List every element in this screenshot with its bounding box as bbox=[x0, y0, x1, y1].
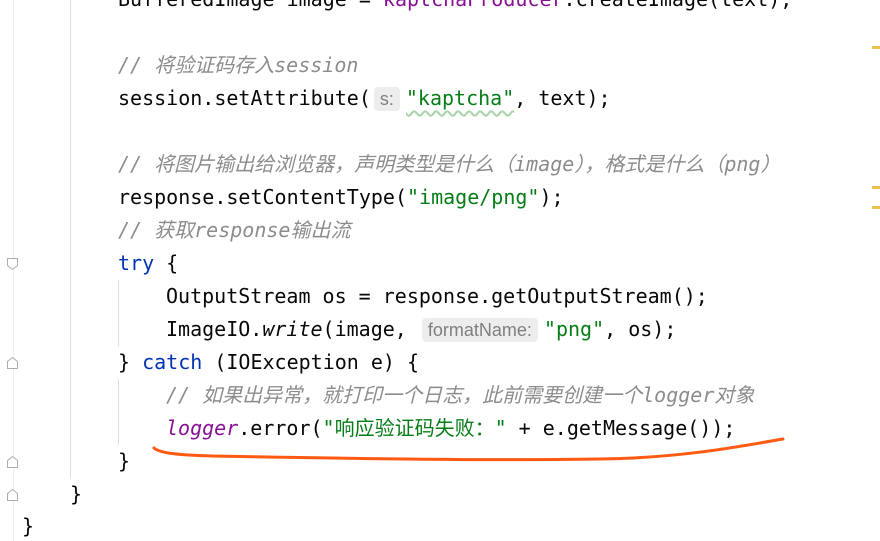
code-text: , text); bbox=[514, 86, 611, 110]
fold-start-icon[interactable] bbox=[6, 257, 19, 271]
fold-end-icon[interactable] bbox=[6, 488, 19, 502]
code-comment: // 将图片输出给浏览器，声明类型是什么（image），格式是什么（png） bbox=[118, 152, 781, 176]
parameter-inlay-hint: formatName: bbox=[421, 317, 538, 342]
code-comment: // 如果出异常，就打印一个日志，此前需要创建一个logger对象 bbox=[166, 383, 755, 407]
ide-editor-window: BufferedImage image = kaptchaProducer .c… bbox=[0, 0, 880, 541]
code-text: BufferedImage image = bbox=[118, 0, 383, 16]
string-literal: "image/png" bbox=[406, 185, 540, 209]
keyword-catch: catch bbox=[142, 350, 203, 374]
code-line[interactable]: BufferedImage image = kaptchaProducer .c… bbox=[22, 0, 872, 16]
string-literal: "kaptcha" bbox=[405, 86, 515, 110]
code-text: .error( bbox=[238, 416, 323, 440]
code-line[interactable]: } bbox=[22, 445, 872, 478]
code-line[interactable]: response.setContentType( "image/png" ); bbox=[22, 181, 872, 214]
fold-end-icon[interactable] bbox=[6, 455, 19, 469]
static-method-call: write bbox=[262, 317, 323, 341]
warning-stripe-mark[interactable] bbox=[872, 46, 880, 49]
code-line[interactable]: session.setAttribute( s: "kaptcha" , tex… bbox=[22, 82, 872, 115]
keyword-try: try bbox=[118, 251, 155, 275]
closing-brace: } bbox=[70, 482, 83, 506]
string-literal: "png" bbox=[543, 317, 605, 341]
code-text: + e.getMessage()); bbox=[506, 416, 736, 440]
static-field-reference: logger bbox=[166, 416, 239, 440]
code-line[interactable]: OutputStream os = response.getOutputStre… bbox=[22, 280, 872, 313]
code-line[interactable]: } bbox=[22, 511, 872, 541]
code-text: , os); bbox=[604, 317, 677, 341]
field-reference: kaptchaProducer bbox=[383, 0, 564, 16]
code-line[interactable]: // 将验证码存入session bbox=[22, 49, 872, 82]
fold-end-icon[interactable] bbox=[6, 356, 19, 370]
code-text: .createImage(text); bbox=[564, 0, 793, 16]
warning-stripe-mark[interactable] bbox=[872, 206, 880, 209]
code-line[interactable]: try { bbox=[22, 247, 872, 280]
code-line[interactable]: // 获取response输出流 bbox=[22, 214, 872, 247]
closing-brace: } bbox=[22, 514, 35, 538]
code-line[interactable]: // 如果出异常，就打印一个日志，此前需要创建一个logger对象 bbox=[22, 379, 872, 412]
code-line[interactable]: logger .error( "响应验证码失败：" + e.getMessage… bbox=[22, 412, 872, 445]
code-editor[interactable]: BufferedImage image = kaptchaProducer .c… bbox=[22, 0, 872, 541]
parameter-inlay-hint: s: bbox=[373, 86, 400, 111]
code-comment: // 将验证码存入session bbox=[118, 53, 359, 77]
code-text: ImageIO. bbox=[166, 317, 263, 341]
string-literal: "响应验证码失败：" bbox=[322, 416, 507, 440]
code-line[interactable]: // 将图片输出给浏览器，声明类型是什么（image），格式是什么（png） bbox=[22, 148, 872, 181]
code-text: ); bbox=[539, 185, 564, 209]
code-line-empty[interactable] bbox=[22, 115, 872, 148]
closing-brace: } bbox=[118, 449, 131, 473]
code-line-empty[interactable] bbox=[22, 16, 872, 49]
code-text: (image, bbox=[322, 317, 419, 341]
code-text: OutputStream os = response.getOutputStre… bbox=[166, 284, 708, 308]
code-text: session.setAttribute( bbox=[118, 86, 371, 110]
code-comment: // 获取response输出流 bbox=[118, 218, 351, 242]
code-line[interactable]: ImageIO. write (image, formatName: "png"… bbox=[22, 313, 872, 346]
warning-stripe-mark[interactable] bbox=[872, 186, 880, 189]
code-line[interactable]: } catch (IOException e) { bbox=[22, 346, 872, 379]
code-text: (IOException e) { bbox=[202, 350, 420, 374]
code-text: } bbox=[118, 350, 143, 374]
code-line[interactable]: } bbox=[22, 478, 872, 511]
code-text: { bbox=[154, 251, 179, 275]
code-text: response.setContentType( bbox=[118, 185, 407, 209]
